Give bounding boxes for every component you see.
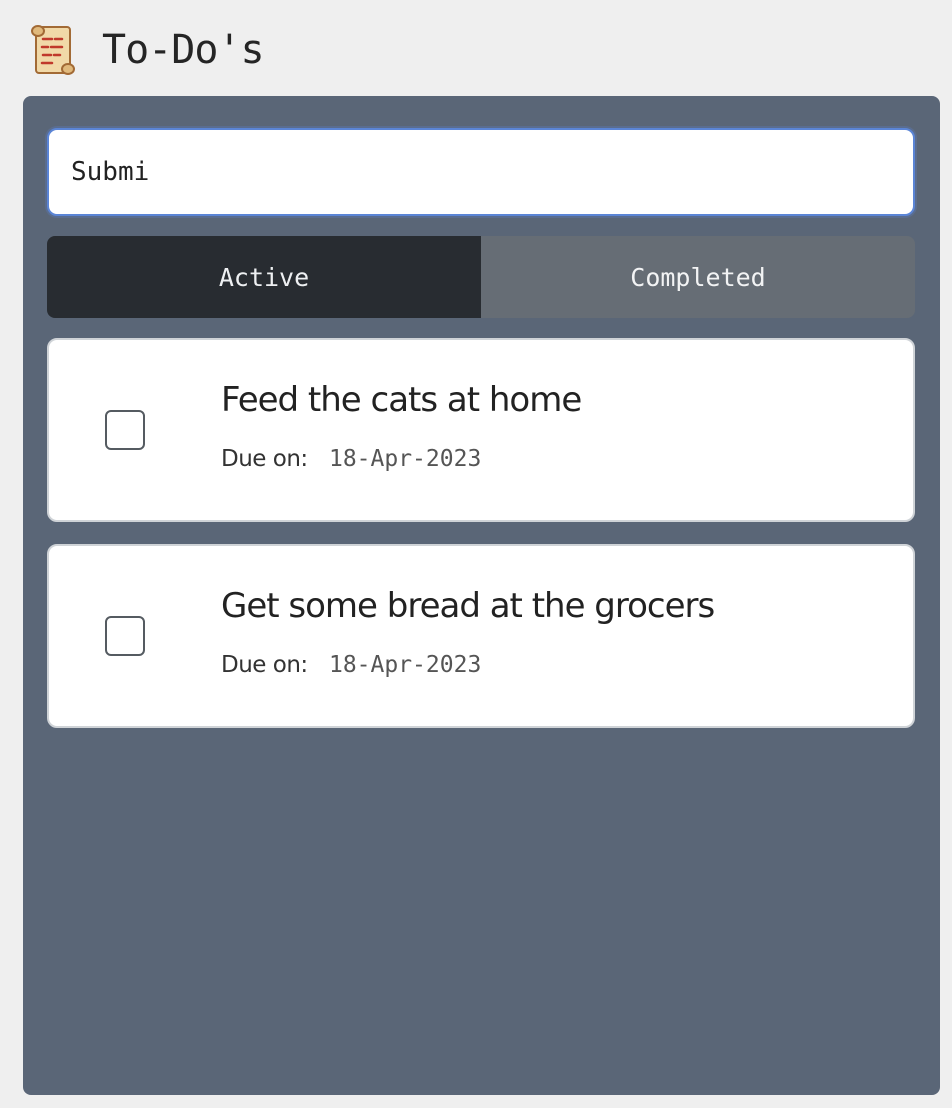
todo-panel: Active Completed Feed the cats at home D…	[23, 96, 940, 1095]
tab-active[interactable]: Active	[47, 236, 481, 318]
tab-completed[interactable]: Completed	[481, 236, 915, 318]
task-title: Get some bread at the grocers	[221, 586, 715, 626]
due-label: Due on:	[221, 652, 308, 678]
task-due: Due on: 18-Apr-2023	[221, 446, 481, 472]
scroll-icon	[31, 25, 75, 75]
new-task-input[interactable]	[49, 130, 913, 214]
task-title: Feed the cats at home	[221, 380, 582, 420]
app-header: To-Do's	[30, 22, 265, 78]
app-title: To-Do's	[102, 27, 265, 73]
due-label: Due on:	[221, 446, 308, 472]
task-checkbox[interactable]	[105, 616, 145, 656]
task-input-container	[47, 128, 915, 216]
due-date: 18-Apr-2023	[328, 446, 482, 472]
task-card: Feed the cats at home Due on: 18-Apr-202…	[47, 338, 915, 522]
due-date: 18-Apr-2023	[328, 652, 482, 678]
task-checkbox[interactable]	[105, 410, 145, 450]
task-due: Due on: 18-Apr-2023	[221, 652, 481, 678]
task-card: Get some bread at the grocers Due on: 18…	[47, 544, 915, 728]
filter-tabs: Active Completed	[47, 236, 915, 318]
